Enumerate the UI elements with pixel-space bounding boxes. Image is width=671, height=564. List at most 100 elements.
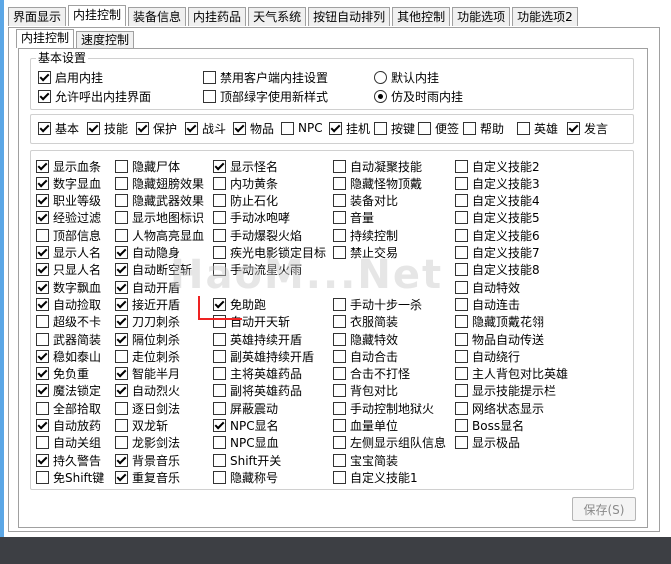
- checkbox-icon[interactable]: [517, 121, 530, 135]
- checkbox-icon[interactable]: [36, 246, 49, 259]
- checkbox-icon[interactable]: [333, 332, 346, 346]
- checkbox-icon[interactable]: [213, 211, 226, 225]
- option-c1-r3[interactable]: 显示地图标识: [115, 210, 204, 226]
- checkbox-icon[interactable]: [213, 194, 226, 208]
- checkbox-icon[interactable]: [333, 228, 346, 242]
- filter-4[interactable]: 物品: [233, 120, 274, 136]
- option-c1-r14[interactable]: 逐日剑法: [115, 400, 180, 416]
- option-c4-r12[interactable]: 主人背包对比英雄: [455, 366, 568, 382]
- option-c4-r1[interactable]: 自定义技能3: [455, 175, 540, 191]
- checkbox-icon[interactable]: [38, 89, 51, 103]
- checkbox-icon[interactable]: [213, 176, 226, 190]
- option-c3-r18[interactable]: 自定义技能1: [333, 469, 418, 485]
- checkbox-icon[interactable]: [333, 419, 346, 432]
- option-c1-r15[interactable]: 双龙斩: [115, 418, 168, 434]
- checkbox-icon[interactable]: [455, 384, 468, 398]
- checkbox-icon[interactable]: [115, 246, 128, 259]
- checkbox-icon[interactable]: [213, 436, 226, 450]
- option-c0-r6[interactable]: 只显人名: [36, 262, 101, 278]
- checkbox-icon[interactable]: [213, 419, 226, 432]
- option-c0-r11[interactable]: 稳如泰山: [36, 348, 101, 364]
- checkbox-icon[interactable]: [115, 280, 128, 294]
- option-c0-r0[interactable]: 显示血条: [36, 158, 101, 174]
- checkbox-icon[interactable]: [36, 332, 49, 346]
- checkbox-icon[interactable]: [36, 419, 49, 432]
- filter-3[interactable]: 战斗: [185, 120, 226, 136]
- filter-9[interactable]: 帮助: [463, 120, 504, 136]
- checkbox-icon[interactable]: [213, 349, 226, 363]
- checkbox-icon[interactable]: [455, 367, 468, 381]
- basic-option-2[interactable]: 禁用客户端内挂设置: [203, 69, 328, 85]
- checkbox-icon[interactable]: [213, 159, 226, 173]
- checkbox-icon[interactable]: [374, 121, 387, 135]
- option-c4-r3[interactable]: 自定义技能5: [455, 210, 540, 226]
- tab-2[interactable]: 装备信息: [128, 7, 187, 26]
- option-c1-r5[interactable]: 自动隐身: [115, 245, 180, 261]
- option-c1-r1[interactable]: 隐藏翅膀效果: [115, 175, 204, 191]
- option-c1-r18[interactable]: 重复音乐: [115, 469, 180, 485]
- checkbox-icon[interactable]: [115, 315, 128, 329]
- checkbox-icon[interactable]: [115, 263, 128, 277]
- filter-6[interactable]: 挂机: [329, 120, 370, 136]
- checkbox-icon[interactable]: [115, 401, 128, 415]
- checkbox-icon[interactable]: [455, 419, 468, 432]
- option-c3-r1[interactable]: 隐藏怪物顶戴: [333, 175, 422, 191]
- checkbox-icon[interactable]: [281, 121, 294, 135]
- option-c1-r10[interactable]: 隔位刺杀: [115, 331, 180, 347]
- option-c4-r8[interactable]: 自动连击: [455, 296, 520, 312]
- checkbox-icon[interactable]: [115, 384, 128, 398]
- checkbox-icon[interactable]: [455, 436, 468, 450]
- option-c0-r10[interactable]: 武器简装: [36, 331, 101, 347]
- option-c2-r18[interactable]: 隐藏称号: [213, 469, 278, 485]
- option-c3-r8[interactable]: 手动十步一杀: [333, 296, 422, 312]
- basic-option-0[interactable]: 启用内挂: [38, 69, 103, 85]
- checkbox-icon[interactable]: [213, 332, 226, 346]
- option-c0-r8[interactable]: 自动捡取: [36, 296, 101, 312]
- option-c2-r11[interactable]: 副英雄持续开盾: [213, 348, 314, 364]
- checkbox-icon[interactable]: [455, 401, 468, 415]
- option-c4-r14[interactable]: 网络状态显示: [455, 400, 544, 416]
- option-c1-r17[interactable]: 背景音乐: [115, 452, 180, 468]
- option-c3-r16[interactable]: 左侧显示组队信息: [333, 435, 446, 451]
- checkbox-icon[interactable]: [115, 367, 128, 381]
- option-c2-r0[interactable]: 显示怪名: [213, 158, 278, 174]
- option-c0-r13[interactable]: 魔法锁定: [36, 383, 101, 399]
- checkbox-icon[interactable]: [333, 176, 346, 190]
- checkbox-icon[interactable]: [87, 121, 100, 135]
- option-c4-r6[interactable]: 自定义技能8: [455, 262, 540, 278]
- tab-5[interactable]: 按钮自动排列: [308, 7, 391, 26]
- subtab-0[interactable]: 内挂控制: [16, 29, 75, 48]
- checkbox-icon[interactable]: [333, 436, 346, 450]
- option-c2-r2[interactable]: 防止石化: [213, 193, 278, 209]
- filter-10[interactable]: 英雄: [517, 120, 558, 136]
- checkbox-icon[interactable]: [203, 70, 216, 84]
- checkbox-icon[interactable]: [36, 436, 49, 450]
- option-c2-r3[interactable]: 手动冰咆哮: [213, 210, 290, 226]
- checkbox-icon[interactable]: [233, 121, 246, 135]
- option-c2-r9[interactable]: 自动开天斩: [213, 314, 290, 330]
- checkbox-icon[interactable]: [455, 211, 468, 225]
- option-c3-r3[interactable]: 音量: [333, 210, 374, 226]
- subtab-1[interactable]: 速度控制: [76, 31, 135, 48]
- checkbox-icon[interactable]: [136, 121, 149, 135]
- option-c2-r4[interactable]: 手动爆裂火焰: [213, 227, 302, 243]
- checkbox-icon[interactable]: [115, 176, 128, 190]
- option-c3-r2[interactable]: 装备对比: [333, 193, 398, 209]
- filter-5[interactable]: NPC: [281, 120, 323, 136]
- checkbox-icon[interactable]: [36, 297, 49, 311]
- checkbox-icon[interactable]: [115, 159, 128, 173]
- checkbox-icon[interactable]: [115, 436, 128, 450]
- checkbox-icon[interactable]: [36, 453, 49, 467]
- basic-option-1[interactable]: 允许呼出内挂界面: [38, 88, 151, 104]
- option-c4-r2[interactable]: 自定义技能4: [455, 193, 540, 209]
- checkbox-icon[interactable]: [455, 228, 468, 242]
- option-c4-r16[interactable]: 显示极品: [455, 435, 520, 451]
- option-c1-r16[interactable]: 龙影剑法: [115, 435, 180, 451]
- checkbox-icon[interactable]: [213, 401, 226, 415]
- checkbox-icon[interactable]: [115, 419, 128, 432]
- option-c3-r9[interactable]: 衣服简装: [333, 314, 398, 330]
- option-c3-r12[interactable]: 合击不打怪: [333, 366, 410, 382]
- option-c3-r11[interactable]: 自动合击: [333, 348, 398, 364]
- option-c2-r14[interactable]: 屏蔽震动: [213, 400, 278, 416]
- option-c4-r15[interactable]: Boss显名: [455, 418, 524, 434]
